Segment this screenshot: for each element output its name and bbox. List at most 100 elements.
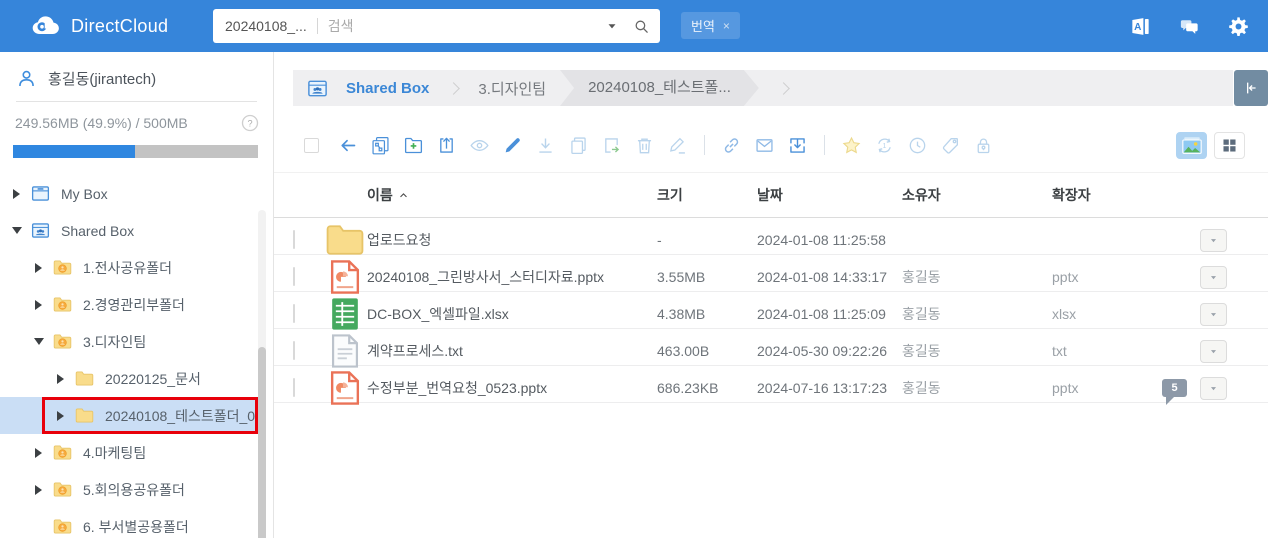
row-checkbox[interactable] xyxy=(293,378,295,397)
table-row[interactable]: 계약프로세스.txt463.00B2024-05-30 09:22:26홍길동t… xyxy=(274,329,1268,366)
history-button[interactable] xyxy=(907,135,928,156)
mail-icon xyxy=(754,135,775,156)
tree-item[interactable]: My Box xyxy=(0,175,258,212)
tree-expand-arrow[interactable] xyxy=(32,338,45,345)
tree-item[interactable]: Shared Box xyxy=(0,212,258,249)
upload-button[interactable] xyxy=(436,135,457,156)
file-owner: 홍길동 xyxy=(902,267,1052,287)
tag-button[interactable] xyxy=(940,135,961,156)
row-actions-button[interactable] xyxy=(1200,340,1227,363)
tree-expand-arrow[interactable] xyxy=(32,448,45,458)
tree-expand-arrow[interactable] xyxy=(32,300,45,310)
search-icon[interactable] xyxy=(633,18,650,35)
breadcrumb-item-current[interactable]: 20240108_테스트폴... xyxy=(560,70,759,106)
tree-item[interactable]: 2.경영관리부폴더 xyxy=(0,286,258,323)
rename-button[interactable] xyxy=(502,135,523,156)
header-owner[interactable]: 소유자 xyxy=(902,185,1052,205)
header-name-sortable[interactable]: 이름 xyxy=(367,185,657,205)
file-date: 2024-01-08 14:33:17 xyxy=(757,269,902,285)
chevron-right-icon xyxy=(447,82,460,95)
mail-button[interactable] xyxy=(754,135,775,156)
thumbnail-view-button[interactable] xyxy=(1176,132,1207,159)
tree-expand-arrow[interactable] xyxy=(54,374,67,384)
delete-button[interactable] xyxy=(634,135,655,156)
tree-item-label: 4.마케팅팀 xyxy=(83,443,146,463)
table-row[interactable]: DC-BOX_엑셀파일.xlsx4.38MB2024-01-08 11:25:0… xyxy=(274,292,1268,329)
search-filter-chip[interactable]: 번역 × xyxy=(681,12,740,39)
storage-usage-text: 249.56MB (49.9%) / 500MB xyxy=(15,115,188,131)
tree-item-label: My Box xyxy=(61,186,108,202)
triangle-right-icon xyxy=(35,448,42,458)
row-menu-cell xyxy=(1200,266,1256,289)
tree-item[interactable]: 20220125_문서 xyxy=(0,360,258,397)
chip-close-icon[interactable]: × xyxy=(723,19,730,33)
select-all-checkbox[interactable] xyxy=(304,138,319,153)
download-button[interactable] xyxy=(535,135,556,156)
header-date[interactable]: 날짜 xyxy=(757,185,902,205)
row-checkbox[interactable] xyxy=(293,341,295,360)
sharedbox-icon xyxy=(29,220,52,241)
tree-expand-arrow[interactable] xyxy=(32,263,45,273)
save-to-box-button[interactable] xyxy=(787,135,808,156)
grid-view-button[interactable] xyxy=(1214,132,1245,159)
breadcrumb-item-parent[interactable]: 3.디자인팀 xyxy=(478,78,546,99)
row-actions-button[interactable] xyxy=(1200,229,1227,252)
chat-icon[interactable] xyxy=(1178,15,1201,38)
signature-button[interactable] xyxy=(667,135,688,156)
copy-button[interactable] xyxy=(568,135,589,156)
tree-expand-arrow[interactable] xyxy=(54,411,67,421)
comment-count-badge[interactable]: 5 xyxy=(1162,379,1187,397)
user-name: 홍길동(jirantech) xyxy=(48,68,156,89)
search-divider xyxy=(317,18,318,34)
sidebar-scrollbar-thumb[interactable] xyxy=(258,347,266,538)
breadcrumb: Shared Box 3.디자인팀 20240108_테스트폴... xyxy=(293,70,1233,106)
translate-icon[interactable]: A xyxy=(1129,15,1152,38)
row-checkbox[interactable] xyxy=(293,230,295,249)
tree-item[interactable]: 3.디자인팀 xyxy=(0,323,258,360)
dropdown-caret-icon xyxy=(1208,272,1219,283)
tree-expand-arrow[interactable] xyxy=(32,485,45,495)
row-checkbox[interactable] xyxy=(293,267,295,286)
move-button[interactable] xyxy=(601,135,622,156)
header-ext[interactable]: 확장자 xyxy=(1052,185,1162,205)
grid-view-icon xyxy=(1221,137,1238,154)
table-row[interactable]: 20240108_그린방사서_스터디자료.pptx3.55MB2024-01-0… xyxy=(274,255,1268,292)
table-row[interactable]: 수정부분_번역요청_0523.pptx686.23KB2024-07-16 13… xyxy=(274,366,1268,403)
lock-button[interactable] xyxy=(973,135,994,156)
collapse-panel-button[interactable] xyxy=(1234,70,1268,106)
sidebar-scrollbar-track[interactable] xyxy=(258,210,266,538)
mybox-icon xyxy=(29,183,52,204)
pptx-icon xyxy=(323,366,367,410)
history-clock-icon xyxy=(907,135,928,156)
tree-item[interactable]: 20240108_테스트폴더_01 xyxy=(0,397,258,434)
tree-item[interactable]: 6. 부서별공용폴더 xyxy=(0,508,258,538)
app-logo[interactable]: DirectCloud xyxy=(30,14,168,38)
search-options-caret-icon[interactable] xyxy=(605,19,619,33)
copy-format-button[interactable] xyxy=(370,135,391,156)
gear-icon[interactable] xyxy=(1227,15,1250,38)
tree-item[interactable]: 4.마케팅팀 xyxy=(0,434,258,471)
back-arrow-icon xyxy=(337,135,358,156)
tree-item[interactable]: 1.전사공유폴더 xyxy=(0,249,258,286)
file-extension: pptx xyxy=(1052,269,1162,285)
share-link-button[interactable] xyxy=(721,135,742,156)
back-button[interactable] xyxy=(337,135,358,156)
tree-item[interactable]: 5.회의용공유폴더 xyxy=(0,471,258,508)
row-actions-button[interactable] xyxy=(1200,303,1227,326)
file-name: 수정부분_번역요청_0523.pptx xyxy=(367,378,657,398)
favorite-button[interactable] xyxy=(841,135,862,156)
table-row[interactable]: 업로드요청-2024-01-08 11:25:58 xyxy=(274,218,1268,255)
breadcrumb-item-root[interactable]: Shared Box xyxy=(346,80,429,97)
row-actions-button[interactable] xyxy=(1200,377,1227,400)
tree-expand-arrow[interactable] xyxy=(10,189,23,199)
search-input[interactable]: 20240108_... 검색 xyxy=(213,9,660,43)
preview-button[interactable] xyxy=(469,135,490,156)
version-button[interactable]: 1 xyxy=(874,135,895,156)
header-size[interactable]: 크기 xyxy=(657,185,757,205)
tree-expand-arrow[interactable] xyxy=(10,227,23,234)
file-owner: 홍길동 xyxy=(902,304,1052,324)
row-checkbox[interactable] xyxy=(293,304,295,323)
help-question-icon[interactable]: ? xyxy=(240,113,260,133)
row-actions-button[interactable] xyxy=(1200,266,1227,289)
new-folder-button[interactable] xyxy=(403,135,424,156)
